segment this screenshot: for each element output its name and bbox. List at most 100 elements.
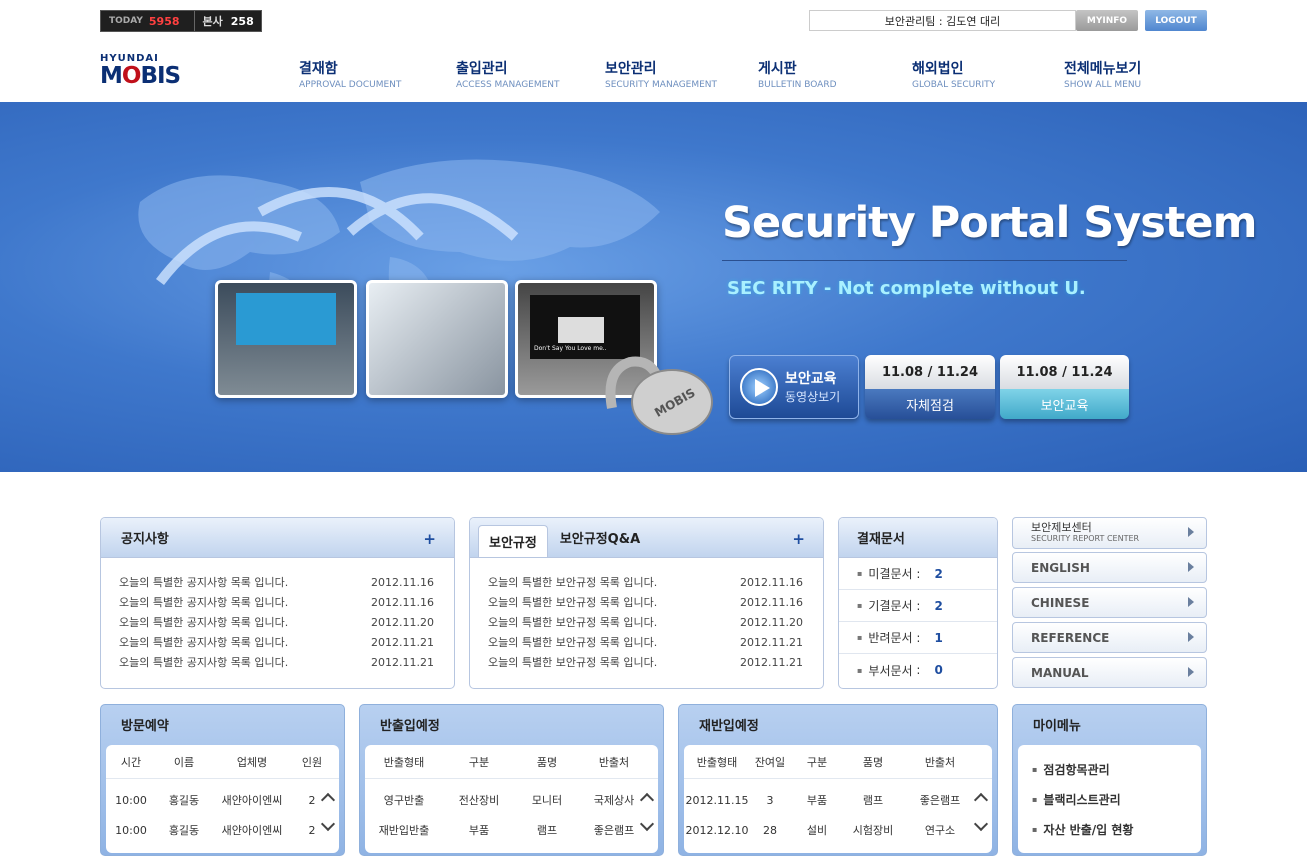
nav-security-sub: SECURITY MANAGEMENT — [605, 80, 718, 90]
hero-banner: Don't Say You Love me.. MOBIS Security P… — [0, 102, 1307, 472]
table-row[interactable]: 영구반출 전산장비 모니터 국제상사 — [365, 785, 658, 815]
table-row[interactable]: 2012.11.15 3 부품 램프 좋은램프 — [684, 785, 992, 815]
outgoing-title: 반출입예정 — [380, 718, 440, 734]
nav-security[interactable]: 보안관리 SECURITY MANAGEMENT — [605, 58, 717, 90]
reference-button[interactable]: REFERENCE — [1012, 622, 1207, 653]
tab-security-rules[interactable]: 보안규정 — [478, 525, 548, 557]
self-inspection-date: 11.08 / 11.24 — [865, 355, 995, 389]
reentry-title: 재반입예정 — [699, 718, 759, 734]
security-education-date: 11.08 / 11.24 — [1000, 355, 1129, 389]
english-button[interactable]: ENGLISH — [1012, 552, 1207, 583]
arrow-right-icon — [1188, 597, 1194, 607]
nav-approval[interactable]: 결재함 APPROVAL DOCUMENT — [299, 58, 401, 90]
hero-slogan: SEC RITY - Not complete without U. — [727, 278, 1086, 299]
arrow-right-icon — [1188, 527, 1194, 537]
nav-all-menu-sub: SHOW ALL MENU — [1064, 80, 1142, 90]
chevron-down-icon — [320, 816, 336, 832]
table-row[interactable]: 10:00 홍길동 새얀아이엔씨 2 — [106, 815, 339, 845]
table-row[interactable]: 2012.12.10 28 설비 시험장비 연구소 — [684, 815, 992, 845]
audio-screen-text: Don't Say You Love me.. — [534, 345, 607, 352]
padlock-icon: MOBIS — [605, 356, 713, 435]
tab-security-rules-qa[interactable]: 보안규정Q&A — [560, 528, 640, 547]
arrow-right-icon — [1188, 632, 1194, 642]
today-count: 5958 — [148, 14, 180, 28]
video-sublabel: 동영상보기 — [785, 390, 841, 404]
list-item[interactable]: 오늘의 특별한 공지사항 목록 입니다. 2012.11.16 — [119, 592, 434, 612]
notice-more-button[interactable]: + — [423, 530, 436, 548]
hero-title: Security Portal System — [722, 198, 1257, 248]
approval-row-pending[interactable]: ▪ 미결문서 :2 — [839, 558, 997, 590]
nav-bulletin-sub: BULLETIN BOARD — [758, 80, 837, 90]
nav-bulletin-label: 게시판 — [758, 61, 797, 77]
scrollbar[interactable] — [639, 785, 656, 849]
list-item[interactable]: 오늘의 특별한 공지사항 목록 입니다. 2012.11.21 — [119, 632, 434, 652]
rules-more-button[interactable]: + — [792, 530, 805, 548]
visit-title: 방문예약 — [121, 718, 169, 734]
self-inspection-schedule[interactable]: 11.08 / 11.24 자체점검 — [865, 355, 995, 419]
nav-access[interactable]: 출입관리 ACCESS MANAGEMENT — [456, 58, 560, 90]
video-label: 보안교육 — [785, 371, 837, 387]
security-education-schedule[interactable]: 11.08 / 11.24 보안교육 — [1000, 355, 1129, 419]
nav-all-menu[interactable]: 전체메뉴보기 SHOW ALL MENU — [1064, 58, 1141, 90]
table-row[interactable]: 10:00 홍길동 새얀아이엔씨 2 — [106, 785, 339, 815]
approval-panel: 결재문서 ▪ 미결문서 :2 ▪ 기결문서 :2 ▪ 반려문서 :1 ▪ 부서문서 :0 — [838, 517, 998, 689]
myinfo-button[interactable]: MYINFO — [1076, 10, 1138, 31]
list-item[interactable]: 오늘의 특별한 보안규정 목록 입니다. 2012.11.20 — [488, 612, 803, 632]
approval-row-rejected[interactable]: ▪ 반려문서 :1 — [839, 622, 997, 654]
list-item[interactable]: 오늘의 특별한 보안규정 목록 입니다. 2012.11.16 — [488, 592, 803, 612]
approval-title: 결재문서 — [857, 532, 905, 547]
my-menu-panel: 마이메뉴 ▪ 점검항목관리 ▪ 블랙리스트관리 ▪ 자산 반출/입 현황 — [1012, 704, 1207, 856]
nav-access-label: 출입관리 — [456, 61, 508, 77]
list-item[interactable]: 오늘의 특별한 공지사항 목록 입니다. 2012.11.21 — [119, 652, 434, 672]
user-info: 보안관리팀 : 김도연 대리 — [809, 10, 1076, 31]
hyundai-mobis-logo[interactable]: HYUNDAI MOBIS — [100, 53, 181, 89]
nav-bulletin[interactable]: 게시판 BULLETIN BOARD — [758, 58, 837, 90]
counter-divider — [193, 11, 195, 31]
logo-mobis-text: MOBIS — [100, 63, 181, 89]
chinese-button[interactable]: CHINESE — [1012, 587, 1207, 618]
chevron-up-icon — [973, 792, 989, 808]
notice-title: 공지사항 — [121, 532, 169, 547]
visitor-counter: TODAY 5958 본사 258 — [100, 10, 262, 32]
list-item[interactable]: 오늘의 특별한 보안규정 목록 입니다. 2012.11.16 — [488, 572, 803, 592]
scrollbar[interactable] — [320, 785, 337, 849]
arrow-right-icon — [1188, 667, 1194, 677]
chevron-down-icon — [973, 816, 989, 832]
list-item[interactable]: 오늘의 특별한 공지사항 목록 입니다. 2012.11.20 — [119, 612, 434, 632]
nav-all-menu-label: 전체메뉴보기 — [1064, 61, 1142, 77]
visit-reservation-panel: 방문예약 시간 이름 업체명 인원 10:00 홍길동 새얀아이엔씨 2 10:00 홍길동 새… — [100, 704, 345, 856]
rules-panel: 보안규정 보안규정Q&A + 오늘의 특별한 보안규정 목록 입니다. 2012.… — [469, 517, 824, 689]
hq-label: 본사 — [202, 15, 223, 28]
self-inspection-label: 자체점검 — [865, 389, 995, 419]
nav-global-label: 해외법인 — [912, 61, 964, 77]
logout-button[interactable]: LOGOUT — [1145, 10, 1207, 31]
table-header: 반출형태 잔여일 구분 품명 반출처 — [684, 745, 992, 779]
list-item[interactable]: 오늘의 특별한 보안규정 목록 입니다. 2012.11.21 — [488, 652, 803, 672]
chevron-down-icon — [639, 816, 655, 832]
nav-global-sub: GLOBAL SECURITY — [912, 80, 996, 90]
nav-global[interactable]: 해외법인 GLOBAL SECURITY — [912, 58, 995, 90]
video-education-button[interactable]: 보안교육 동영상보기 — [729, 355, 859, 419]
today-label: TODAY — [109, 16, 143, 26]
notice-panel: 공지사항 + 오늘의 특별한 공지사항 목록 입니다. 2012.11.16 오늘의… — [100, 517, 455, 689]
report-center-sublabel: SECURITY REPORT CENTER — [1031, 534, 1140, 543]
table-header: 반출형태 구분 품명 반출처 — [365, 745, 658, 779]
my-menu-item-inspection[interactable]: ▪ 점검항목관리 — [1018, 754, 1201, 784]
nav-access-sub: ACCESS MANAGEMENT — [456, 80, 560, 90]
approval-row-done[interactable]: ▪ 기결문서 :2 — [839, 590, 997, 622]
table-header: 시간 이름 업체명 인원 — [106, 745, 339, 779]
chevron-up-icon — [639, 792, 655, 808]
my-menu-item-blacklist[interactable]: ▪ 블랙리스트관리 — [1018, 784, 1201, 814]
table-row[interactable]: 재반입반출 부품 램프 좋은램프 — [365, 815, 658, 845]
report-center-button[interactable]: 보안제보센터 SECURITY REPORT CENTER — [1012, 517, 1207, 549]
list-item[interactable]: 오늘의 특별한 보안규정 목록 입니다. 2012.11.21 — [488, 632, 803, 652]
outgoing-schedule-panel: 반출입예정 반출형태 구분 품명 반출처 영구반출 전산장비 모니터 국제상사 재반입반출 부… — [359, 704, 664, 856]
list-item[interactable]: 오늘의 특별한 공지사항 목록 입니다. 2012.11.16 — [119, 572, 434, 592]
approval-row-dept[interactable]: ▪ 부서문서 :0 — [839, 654, 997, 686]
chevron-up-icon — [320, 792, 336, 808]
manual-button[interactable]: MANUAL — [1012, 657, 1207, 688]
my-menu-item-asset[interactable]: ▪ 자산 반출/입 현황 — [1018, 814, 1201, 844]
scrollbar[interactable] — [973, 785, 990, 849]
hq-count: 258 — [230, 14, 254, 28]
my-menu-title: 마이메뉴 — [1033, 718, 1081, 734]
